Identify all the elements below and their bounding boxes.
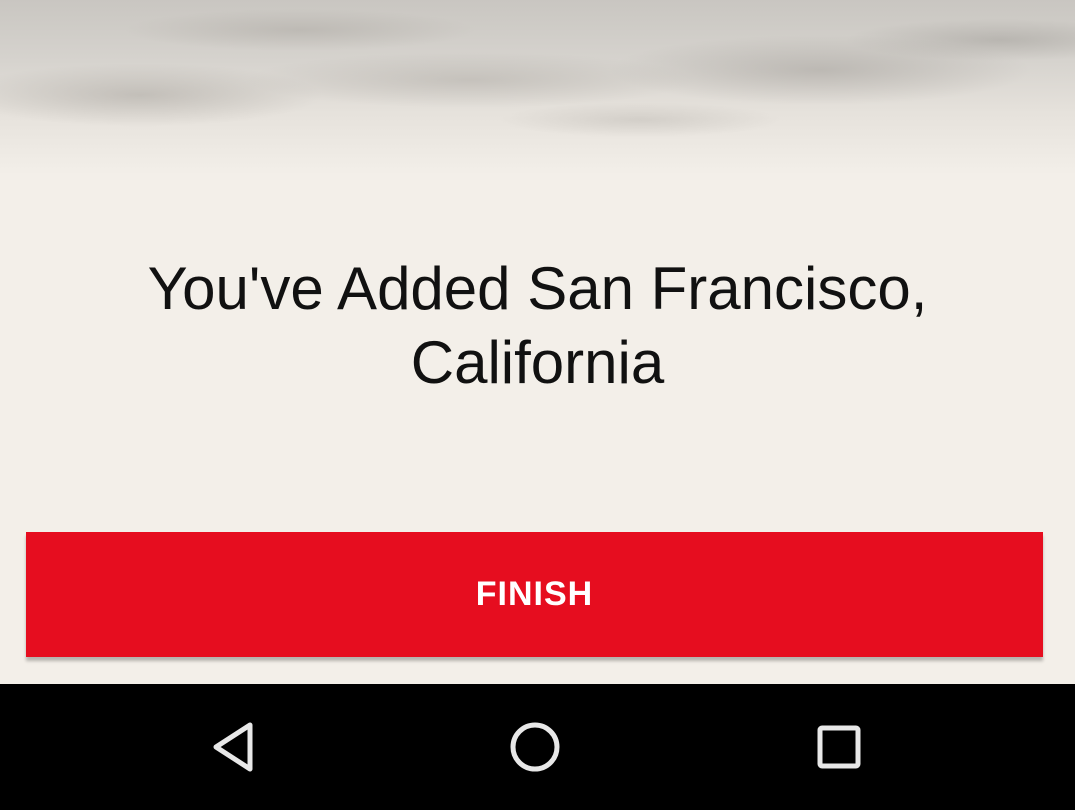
home-circle-icon — [510, 722, 560, 772]
headline-line-1: You've Added San Francisco, — [147, 255, 928, 322]
back-triangle-icon — [213, 722, 253, 772]
app-screen: You've Added San Francisco, California F… — [0, 0, 1075, 810]
nav-recents-button[interactable] — [804, 712, 874, 782]
finish-button[interactable]: FINISH — [26, 532, 1043, 657]
system-navigation-bar — [0, 684, 1075, 810]
nav-back-button[interactable] — [198, 712, 268, 782]
header-cloud-image — [0, 0, 1075, 175]
headline-line-2: California — [410, 329, 665, 396]
nav-home-button[interactable] — [500, 712, 570, 782]
recents-square-icon — [817, 725, 861, 769]
confirmation-headline: You've Added San Francisco, California — [0, 252, 1075, 400]
